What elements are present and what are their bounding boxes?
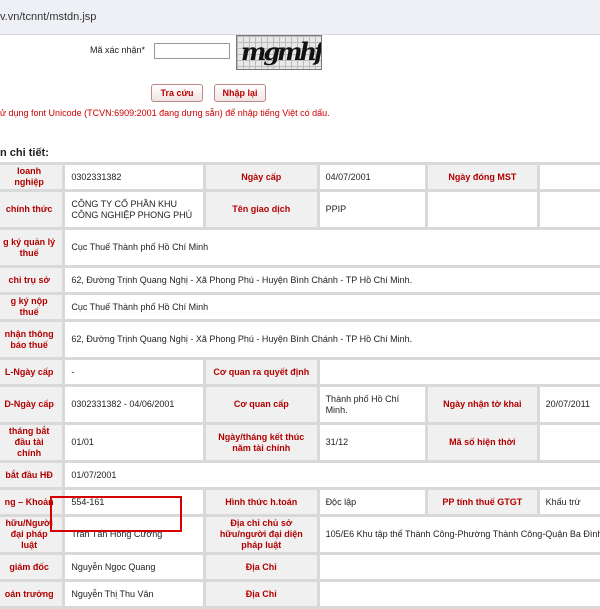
company-info-table: loanh nghiệp 0302331382 Ngày cấp 04/07/2… [0, 162, 600, 609]
field-value: Thành phố Hồ Chí Minh. [319, 387, 426, 422]
table-row: L-Ngày cấp - Cơ quan ra quyết định [0, 360, 600, 384]
field-label: Ngày nhận tờ khai [428, 387, 537, 422]
table-row: chính thức CÔNG TY CỔ PHẦN KHU CÔNG NGHI… [0, 192, 600, 227]
field-label: Địa Chỉ [206, 582, 317, 606]
field-label: chỉ trụ sở [0, 268, 63, 292]
field-label: g ký quản lý thuế [0, 230, 63, 265]
field-value: 0302331382 - 04/06/2001 [65, 387, 204, 422]
field-value: 31/12 [319, 425, 426, 460]
table-row: giám đốc Nguyễn Ngọc Quang Địa Chỉ [0, 555, 600, 579]
field-label: Cơ quan ra quyết định [206, 360, 317, 384]
field-value: Nguyễn Thị Thu Vân [65, 582, 204, 606]
field-value: 62, Đường Trịnh Quang Nghị - Xã Phong Ph… [65, 322, 600, 357]
browser-address-bar[interactable]: v.vn/tcnnt/mstdn.jsp [0, 0, 600, 35]
field-value: - [65, 360, 204, 384]
table-row: g ký quản lý thuế Cục Thuế Thành phố Hồ … [0, 230, 600, 265]
field-value: 0302331382 [65, 165, 204, 189]
table-row: D-Ngày cấp 0302331382 - 04/06/2001 Cơ qu… [0, 387, 600, 422]
field-label: Mã số hiện thời [428, 425, 537, 460]
captcha-input[interactable] [154, 43, 230, 59]
reset-button[interactable]: Nhập lại [214, 84, 266, 102]
field-value: 20/07/2011 [539, 387, 600, 422]
field-value: Cục Thuế Thành phố Hồ Chí Minh [65, 295, 600, 319]
field-label: giám đốc [0, 555, 63, 579]
field-label: g ký nộp thuế [0, 295, 63, 319]
captcha-label: Mã xác nhận* [90, 45, 146, 55]
table-row: g ký nộp thuế Cục Thuế Thành phố Hồ Chí … [0, 295, 600, 319]
field-label: PP tính thuế GTGT [428, 490, 537, 514]
field-label: chính thức [0, 192, 63, 227]
captcha-text: mgmhf [241, 37, 322, 66]
field-value: 04/07/2001 [319, 165, 426, 189]
field-value: 01/07/2001 [65, 463, 600, 487]
field-value: 62, Đường Trịnh Quang Nghị - Xã Phong Ph… [65, 268, 600, 292]
table-row: bắt đầu HĐ 01/07/2001 [0, 463, 600, 487]
field-label: nhận thông báo thuế [0, 322, 63, 357]
highlight-box [50, 496, 182, 532]
field-label: Ngày/tháng kết thúc năm tài chính [206, 425, 317, 460]
field-label: loanh nghiệp [0, 165, 63, 189]
field-label: Ngày đóng MST [428, 165, 537, 189]
field-label: bắt đầu HĐ [0, 463, 63, 487]
field-label: Địa Chỉ [206, 555, 317, 579]
field-label: D-Ngày cấp [0, 387, 63, 422]
field-value [319, 555, 600, 579]
field-value [428, 192, 537, 227]
details-title: n chi tiết: [0, 147, 49, 159]
unicode-note: ử dụng font Unicode (TCVN:6909:2001 đang… [0, 108, 330, 118]
table-row: nhận thông báo thuế 62, Đường Trịnh Quan… [0, 322, 600, 357]
field-value: Cục Thuế Thành phố Hồ Chí Minh [65, 230, 600, 265]
field-value: Nguyễn Ngọc Quang [65, 555, 204, 579]
field-label: L-Ngày cấp [0, 360, 63, 384]
field-label: Cơ quan cấp [206, 387, 317, 422]
field-label: Hình thức h.toán [206, 490, 317, 514]
field-value: Khấu trừ [539, 490, 600, 514]
field-value: CÔNG TY CỔ PHẦN KHU CÔNG NGHIỆP PHONG PH… [65, 192, 204, 227]
field-label: oán trưởng [0, 582, 63, 606]
captcha-image: mgmhf [236, 35, 322, 70]
table-row: oán trưởng Nguyễn Thị Thu Vân Địa Chỉ [0, 582, 600, 606]
field-value: Độc lập [319, 490, 426, 514]
field-label: Địa chỉ chủ sở hữu/người đại diện pháp l… [206, 517, 317, 552]
field-label: tháng bắt đầu tài chính [0, 425, 63, 460]
field-value: 105/E6 Khu tập thể Thành Công-Phường Thà… [319, 517, 600, 552]
field-value [539, 165, 600, 189]
field-value [319, 582, 600, 606]
url-text[interactable]: v.vn/tcnnt/mstdn.jsp [0, 11, 96, 23]
table-row: chỉ trụ sở 62, Đường Trịnh Quang Nghị - … [0, 268, 600, 292]
field-value: 01/01 [65, 425, 204, 460]
table-row: loanh nghiệp 0302331382 Ngày cấp 04/07/2… [0, 165, 600, 189]
field-value [319, 360, 600, 384]
search-button[interactable]: Tra cứu [151, 84, 203, 102]
field-value: PPIP [319, 192, 426, 227]
table-row: tháng bắt đầu tài chính 01/01 Ngày/tháng… [0, 425, 600, 460]
field-value [539, 192, 600, 227]
field-label: Ngày cấp [206, 165, 317, 189]
field-label: Tên giao dịch [206, 192, 317, 227]
field-value [539, 425, 600, 460]
